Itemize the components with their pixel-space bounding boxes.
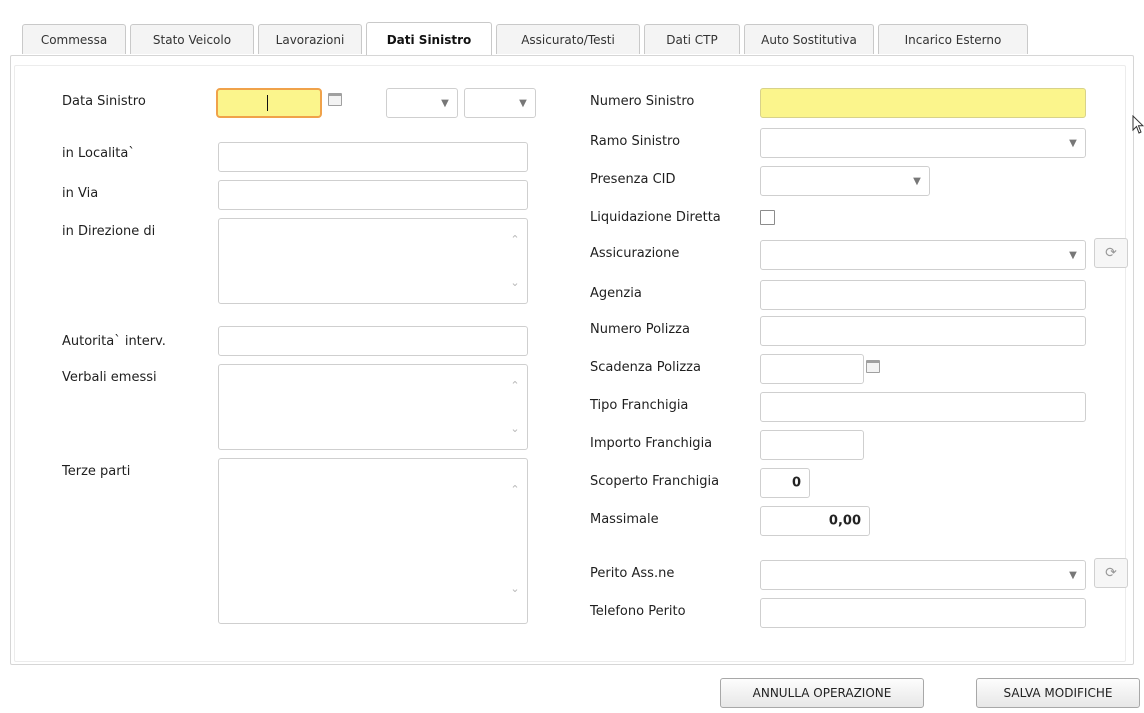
chevron-up-icon[interactable]: ⌃ <box>510 233 519 246</box>
chevron-down-icon[interactable]: ▼ <box>437 95 453 111</box>
liquidazione-label: Liquidazione Diretta <box>590 210 721 225</box>
ramo-sinistro-label: Ramo Sinistro <box>590 134 681 149</box>
salva-modifiche-button[interactable]: SALVA MODIFICHE <box>976 678 1140 708</box>
refresh-icon: ⟳ <box>1105 245 1117 261</box>
tab-auto-sostitutiva[interactable]: Auto Sostitutiva <box>744 24 874 54</box>
numero-polizza-label: Numero Polizza <box>590 322 690 337</box>
numero-sinistro-input[interactable] <box>760 88 1086 118</box>
chevron-up-icon[interactable]: ⌃ <box>510 379 519 392</box>
tab-dati-sinistro[interactable]: Dati Sinistro <box>366 22 492 56</box>
scrollbar[interactable]: ⌃ ⌄ <box>509 233 521 289</box>
calendar-icon[interactable] <box>328 93 342 106</box>
perito-refresh-button[interactable]: ⟳ <box>1094 558 1128 588</box>
autorita-label: Autorita` interv. <box>62 334 166 349</box>
text-caret <box>267 95 268 111</box>
tab-incarico-esterno[interactable]: Incarico Esterno <box>878 24 1028 54</box>
tab-commessa[interactable]: Commessa <box>22 24 126 54</box>
tab-assicurato-testi[interactable]: Assicurato/Testi <box>496 24 640 54</box>
chevron-down-icon[interactable]: ▼ <box>909 173 925 189</box>
agenzia-input[interactable] <box>760 280 1086 310</box>
in-direzione-label: in Direzione di <box>62 224 156 239</box>
perito-label: Perito Ass.ne <box>590 566 675 581</box>
data-sinistro-input[interactable] <box>216 88 322 118</box>
numero-sinistro-label: Numero Sinistro <box>590 94 695 109</box>
chevron-down-icon[interactable]: ▼ <box>515 95 531 111</box>
perito-select[interactable]: ▼ <box>760 560 1086 590</box>
terze-parti-textarea[interactable]: ⌃ ⌄ <box>218 458 528 624</box>
scoperto-franchigia-label: Scoperto Franchigia <box>590 474 720 489</box>
massimale-label: Massimale <box>590 512 659 527</box>
annulla-operazione-button[interactable]: ANNULLA OPERAZIONE <box>720 678 924 708</box>
tipo-franchigia-input[interactable] <box>760 392 1086 422</box>
ramo-sinistro-select[interactable]: ▼ <box>760 128 1086 158</box>
verbali-textarea[interactable]: ⌃ ⌄ <box>218 364 528 450</box>
tab-dati-ctp[interactable]: Dati CTP <box>644 24 740 54</box>
chevron-down-icon[interactable]: ⌄ <box>510 276 519 289</box>
assicurazione-label: Assicurazione <box>590 246 680 261</box>
tipo-franchigia-label: Tipo Franchigia <box>590 398 689 413</box>
in-localita-label: in Localita` <box>62 146 135 161</box>
liquidazione-diretta-checkbox[interactable] <box>760 210 775 225</box>
chevron-down-icon[interactable]: ⌄ <box>510 582 519 595</box>
refresh-icon: ⟳ <box>1105 565 1117 581</box>
massimale-value: 0,00 <box>828 513 861 529</box>
calendar-icon[interactable] <box>866 360 880 373</box>
presenza-cid-label: Presenza CID <box>590 172 676 187</box>
importo-franchigia-label: Importo Franchigia <box>590 436 713 451</box>
in-direzione-textarea[interactable]: ⌃ ⌄ <box>218 218 528 304</box>
scoperto-franchigia-input[interactable]: 0 <box>760 468 810 498</box>
assicurazione-refresh-button[interactable]: ⟳ <box>1094 238 1128 268</box>
autorita-input[interactable] <box>218 326 528 356</box>
massimale-input[interactable]: 0,00 <box>760 506 870 536</box>
in-via-label: in Via <box>62 186 99 201</box>
scoperto-franchigia-value: 0 <box>791 475 801 491</box>
tab-stato-veicolo[interactable]: Stato Veicolo <box>130 24 254 54</box>
in-localita-input[interactable] <box>218 142 528 172</box>
terze-parti-label: Terze parti <box>62 464 131 479</box>
chevron-down-icon[interactable]: ▼ <box>1065 247 1081 263</box>
agenzia-label: Agenzia <box>590 286 642 301</box>
chevron-up-icon[interactable]: ⌃ <box>510 483 519 496</box>
importo-franchigia-input[interactable] <box>760 430 864 460</box>
scrollbar[interactable]: ⌃ ⌄ <box>509 379 521 435</box>
telefono-perito-input[interactable] <box>760 598 1086 628</box>
chevron-down-icon[interactable]: ▼ <box>1065 567 1081 583</box>
assicurazione-select[interactable]: ▼ <box>760 240 1086 270</box>
tab-lavorazioni[interactable]: Lavorazioni <box>258 24 362 54</box>
numero-polizza-input[interactable] <box>760 316 1086 346</box>
minute-select[interactable]: ▼ <box>464 88 536 118</box>
chevron-down-icon[interactable]: ⌄ <box>510 422 519 435</box>
scrollbar[interactable]: ⌃ ⌄ <box>509 483 521 595</box>
scadenza-polizza-label: Scadenza Polizza <box>590 360 701 375</box>
data-sinistro-label: Data Sinistro <box>62 94 146 109</box>
presenza-cid-select[interactable]: ▼ <box>760 166 930 196</box>
in-via-input[interactable] <box>218 180 528 210</box>
chevron-down-icon[interactable]: ▼ <box>1065 135 1081 151</box>
mouse-pointer-icon <box>1132 115 1144 134</box>
telefono-perito-label: Telefono Perito <box>590 604 686 619</box>
hour-select[interactable]: ▼ <box>386 88 458 118</box>
verbali-label: Verbali emessi <box>62 370 157 385</box>
scadenza-polizza-input[interactable] <box>760 354 864 384</box>
